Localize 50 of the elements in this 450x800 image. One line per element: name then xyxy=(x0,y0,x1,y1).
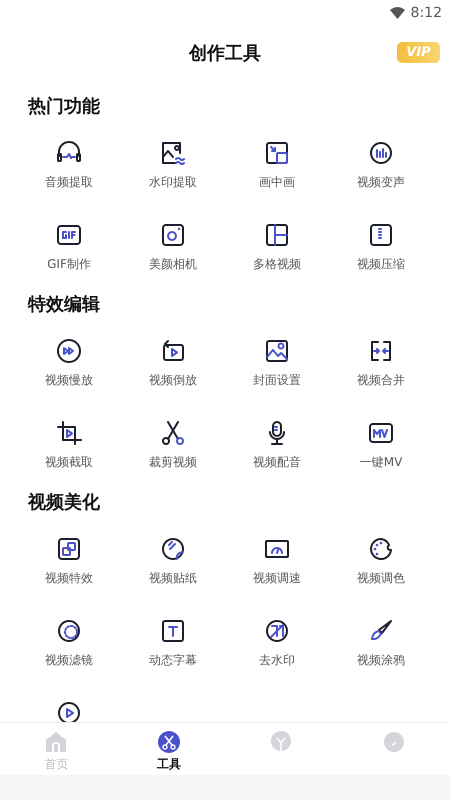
text-icon xyxy=(159,617,187,645)
sticker-icon xyxy=(159,535,187,563)
tool-label[interactable]: 音频提取 xyxy=(45,174,93,191)
tool-label[interactable]: 去水印 xyxy=(259,652,295,669)
tool-label[interactable]: 视频贴纸 xyxy=(149,570,197,587)
tool-label[interactable]: 视频倒放 xyxy=(149,372,197,389)
tool-label[interactable]: 多格视频 xyxy=(253,256,301,273)
palette-icon xyxy=(367,535,395,563)
crop-icon xyxy=(55,419,83,447)
tool-label[interactable]: 视频滤镜 xyxy=(45,652,93,669)
page-title: 创作工具 xyxy=(189,42,261,64)
tool-label[interactable]: 水印提取 xyxy=(149,174,197,191)
wifi-icon xyxy=(390,6,405,18)
tool-label[interactable]: 视频涂鸦 xyxy=(357,652,405,669)
image-icon xyxy=(263,337,291,365)
tool-label[interactable]: 视频截取 xyxy=(45,454,93,471)
section-title: 热门功能 xyxy=(26,95,101,119)
equalizer-icon xyxy=(367,139,395,167)
forward-icon xyxy=(55,337,83,365)
tool-label[interactable]: 一键MV xyxy=(360,454,402,471)
section-title: 特效编辑 xyxy=(26,293,101,317)
play-icon xyxy=(55,699,83,722)
tool-label[interactable]: 视频调速 xyxy=(253,570,301,587)
tool-label[interactable]: 视频压缩 xyxy=(357,256,405,273)
tool-label[interactable]: 美颜相机 xyxy=(149,256,197,273)
tool-label[interactable]: GIF制作 xyxy=(47,256,91,273)
tool-label[interactable]: 裁剪视频 xyxy=(149,454,197,471)
grid-icon xyxy=(263,221,291,249)
squares-icon xyxy=(55,535,83,563)
tool-label[interactable]: 视频调色 xyxy=(357,570,405,587)
scissors-icon xyxy=(158,731,180,753)
camera-icon xyxy=(159,221,187,249)
sprout-icon xyxy=(270,731,292,753)
filter-icon xyxy=(55,617,83,645)
tool-label[interactable]: 封面设置 xyxy=(253,372,301,389)
tool-label[interactable]: 视频合并 xyxy=(357,372,405,389)
home-icon xyxy=(45,731,68,753)
clock-time: 8:12 xyxy=(410,4,442,20)
scissors-icon xyxy=(159,419,187,447)
tab-label[interactable]: 工具 xyxy=(156,756,181,773)
tool-label[interactable]: 画中画 xyxy=(259,174,295,191)
section-title: 视频美化 xyxy=(26,491,101,515)
tool-label[interactable]: 视频特效 xyxy=(45,570,93,587)
pip-icon xyxy=(263,139,291,167)
check-icon xyxy=(382,731,405,753)
tool-label[interactable]: 视频变声 xyxy=(357,174,405,191)
tool-label[interactable]: 视频配音 xyxy=(253,454,301,471)
wave-icon xyxy=(159,139,187,167)
tool-label[interactable]: 动态字幕 xyxy=(149,652,197,669)
tool-label[interactable]: 视频慢放 xyxy=(45,372,93,389)
